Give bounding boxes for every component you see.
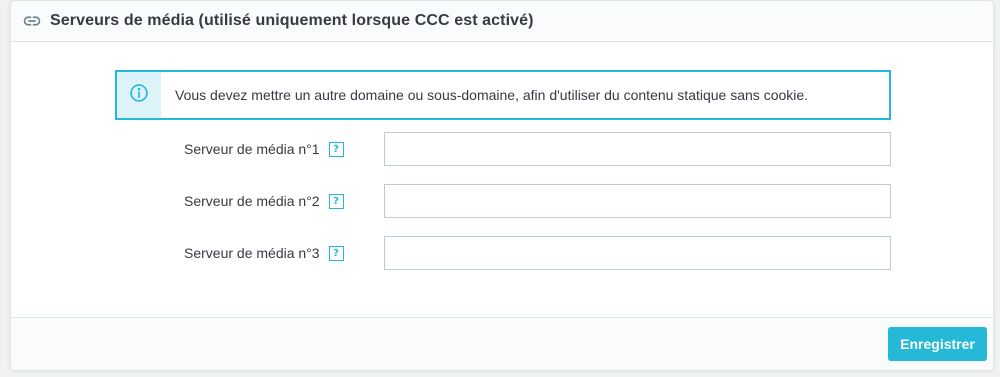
help-icon[interactable]: ?: [328, 141, 344, 157]
media-server-3-input[interactable]: [384, 236, 891, 270]
help-icon[interactable]: ?: [328, 193, 344, 209]
link-icon: [23, 12, 41, 30]
panel-title: Serveurs de média (utilisé uniquement lo…: [50, 12, 534, 29]
field-label-text: Serveur de média n°1: [184, 141, 320, 157]
panel-heading: Serveurs de média (utilisé uniquement lo…: [11, 1, 993, 42]
field-label-text: Serveur de média n°2: [184, 193, 320, 209]
alert-icon-box: [117, 72, 161, 118]
field-label: Serveur de média n°3 ?: [184, 236, 344, 270]
form-row-media-server-2: Serveur de média n°2 ?: [11, 184, 993, 218]
alert-message: Vous devez mettre un autre domaine ou so…: [175, 87, 809, 103]
form-row-media-server-3: Serveur de média n°3 ?: [11, 236, 993, 270]
field-label: Serveur de média n°1 ?: [184, 132, 344, 166]
info-alert: Vous devez mettre un autre domaine ou so…: [115, 70, 891, 120]
form-row-media-server-1: Serveur de média n°1 ?: [11, 132, 993, 166]
media-server-2-input[interactable]: [384, 184, 891, 218]
help-icon[interactable]: ?: [328, 245, 344, 261]
info-circle-icon: [129, 83, 149, 108]
media-server-1-input[interactable]: [384, 132, 891, 166]
field-label-text: Serveur de média n°3: [184, 245, 320, 261]
save-button[interactable]: Enregistrer: [888, 327, 987, 361]
field-label: Serveur de média n°2 ?: [184, 184, 344, 218]
panel-footer: Enregistrer: [11, 317, 993, 370]
media-servers-panel: Serveurs de média (utilisé uniquement lo…: [10, 0, 994, 371]
